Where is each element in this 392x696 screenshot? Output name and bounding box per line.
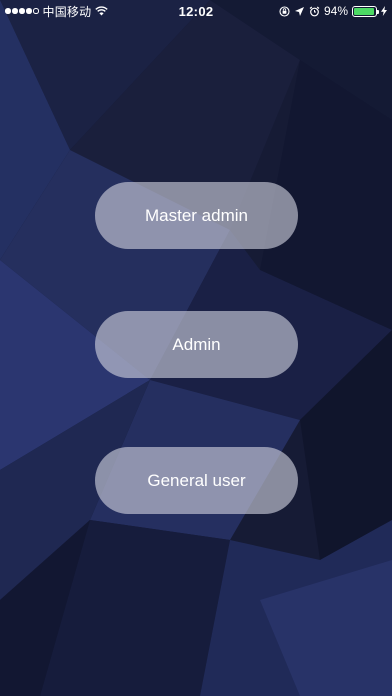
admin-button[interactable]: Admin bbox=[95, 311, 298, 378]
orientation-lock-icon bbox=[279, 5, 290, 17]
battery-fill bbox=[354, 7, 374, 15]
master-admin-button[interactable]: Master admin bbox=[95, 182, 298, 249]
battery-percent: 94% bbox=[323, 4, 348, 18]
alarm-icon bbox=[309, 6, 320, 16]
status-bar-right: 94% bbox=[279, 4, 387, 18]
master-admin-button-label: Master admin bbox=[145, 205, 248, 225]
status-bar: 中国移动 12:02 94% bbox=[0, 0, 392, 22]
general-user-button[interactable]: General user bbox=[95, 447, 298, 514]
location-icon bbox=[294, 6, 304, 16]
admin-button-label: Admin bbox=[172, 334, 221, 354]
role-selection-screen: 中国移动 12:02 94% Master admin Admin Genera… bbox=[0, 0, 392, 696]
general-user-button-label: General user bbox=[147, 470, 246, 490]
charging-bolt-icon bbox=[381, 6, 387, 16]
battery-icon bbox=[352, 5, 379, 17]
